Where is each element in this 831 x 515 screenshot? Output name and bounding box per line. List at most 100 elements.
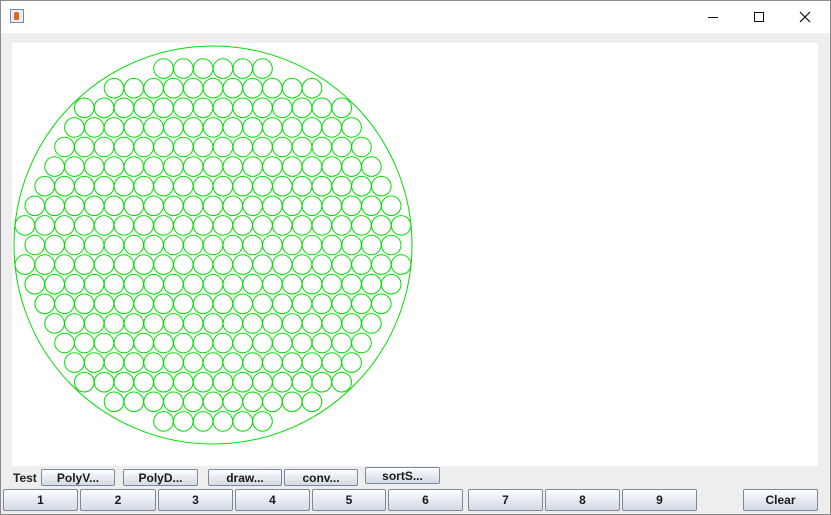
packed-circle (262, 273, 283, 295)
maximize-button[interactable] (736, 1, 782, 33)
packed-circle (123, 117, 145, 138)
packed-circle (83, 234, 105, 256)
packed-circle (252, 293, 273, 315)
packed-circle (321, 352, 343, 373)
packed-circle (281, 352, 303, 373)
minimize-button[interactable] (690, 1, 736, 33)
packed-circle (64, 352, 85, 373)
packed-circle (182, 234, 204, 256)
packed-circle (212, 371, 234, 393)
packed-circle (153, 58, 174, 79)
number-button-1[interactable]: 1 (3, 489, 78, 511)
packed-circle (232, 371, 253, 393)
packed-circle (54, 254, 75, 275)
packed-circle (281, 273, 303, 295)
packed-circle (192, 254, 214, 275)
close-icon (799, 11, 811, 23)
packed-circle (321, 273, 343, 295)
packed-circle (301, 273, 323, 295)
packed-circle (143, 273, 164, 295)
packed-circle (192, 97, 214, 119)
title-bar[interactable] (1, 1, 830, 33)
packed-circle (113, 371, 135, 393)
number-button-9[interactable]: 9 (622, 489, 697, 511)
packed-circle (173, 411, 194, 432)
packed-circle (252, 411, 273, 432)
packed-circle (232, 332, 253, 354)
packed-circle (173, 97, 194, 119)
packed-circle (64, 273, 85, 295)
polyd-button[interactable]: PolyD... (123, 469, 198, 486)
packed-circle (242, 273, 263, 295)
packed-circle (242, 313, 263, 334)
close-button[interactable] (782, 1, 828, 33)
number-button-3[interactable]: 3 (158, 489, 233, 511)
packed-circle (44, 234, 65, 256)
packed-circle (222, 195, 244, 217)
conv-button[interactable]: conv... (284, 469, 358, 486)
packed-circle (341, 273, 362, 295)
packed-circle (232, 97, 253, 119)
packed-circle (173, 175, 194, 197)
packed-circle (93, 293, 115, 315)
draw-button[interactable]: draw... (208, 469, 282, 486)
packed-circle (301, 156, 323, 177)
packed-circle (163, 391, 184, 413)
packed-circle (24, 234, 46, 256)
packed-circle (212, 58, 234, 79)
number-button-5[interactable]: 5 (312, 489, 386, 511)
packed-circle (272, 136, 293, 158)
packed-circle (301, 234, 323, 256)
packed-circle (311, 136, 333, 158)
packed-circle (163, 313, 184, 334)
packed-circle (341, 234, 362, 256)
packed-circle (44, 195, 65, 217)
sorts-button[interactable]: sortS... (365, 467, 440, 484)
packed-circle (93, 215, 115, 236)
packed-circle (272, 293, 293, 315)
packed-circle (182, 195, 204, 217)
packed-circle (361, 273, 382, 295)
packed-circle (123, 195, 145, 217)
packed-circle (212, 175, 234, 197)
number-button-4[interactable]: 4 (235, 489, 310, 511)
packed-circle (64, 234, 85, 256)
number-button-6[interactable]: 6 (388, 489, 463, 511)
packed-circle (192, 136, 214, 158)
packed-circle (192, 175, 214, 197)
minimize-icon (708, 17, 718, 18)
packed-circle (143, 234, 164, 256)
packed-circle (301, 352, 323, 373)
packed-circle (192, 58, 214, 79)
number-button-2[interactable]: 2 (80, 489, 156, 511)
maximize-icon (754, 12, 764, 22)
packed-circle (113, 175, 135, 197)
number-button-7[interactable]: 7 (468, 489, 543, 511)
packed-circle (64, 195, 85, 217)
clear-button[interactable]: Clear (743, 489, 818, 511)
number-button-8[interactable]: 8 (545, 489, 620, 511)
packed-circle (143, 352, 164, 373)
packed-circle (272, 332, 293, 354)
packed-circle (222, 391, 244, 413)
packed-circle (341, 195, 362, 217)
packed-circle (74, 332, 95, 354)
packed-circle (173, 215, 194, 236)
packed-circle (222, 352, 244, 373)
drawing-canvas[interactable] (12, 43, 818, 466)
packed-circle (64, 313, 85, 334)
packed-circle (173, 254, 194, 275)
packed-circle (361, 156, 382, 177)
packed-circle (331, 215, 353, 236)
packed-circle (54, 175, 75, 197)
packed-circle (74, 371, 95, 393)
packed-circle (54, 293, 75, 315)
packed-circle (262, 77, 283, 99)
packed-circle (291, 371, 313, 393)
packed-circle (262, 195, 283, 217)
packed-circle (93, 371, 115, 393)
packed-circle (54, 215, 75, 236)
polyv-button[interactable]: PolyV... (41, 469, 115, 486)
packed-circle (331, 136, 353, 158)
packed-circle (182, 352, 204, 373)
